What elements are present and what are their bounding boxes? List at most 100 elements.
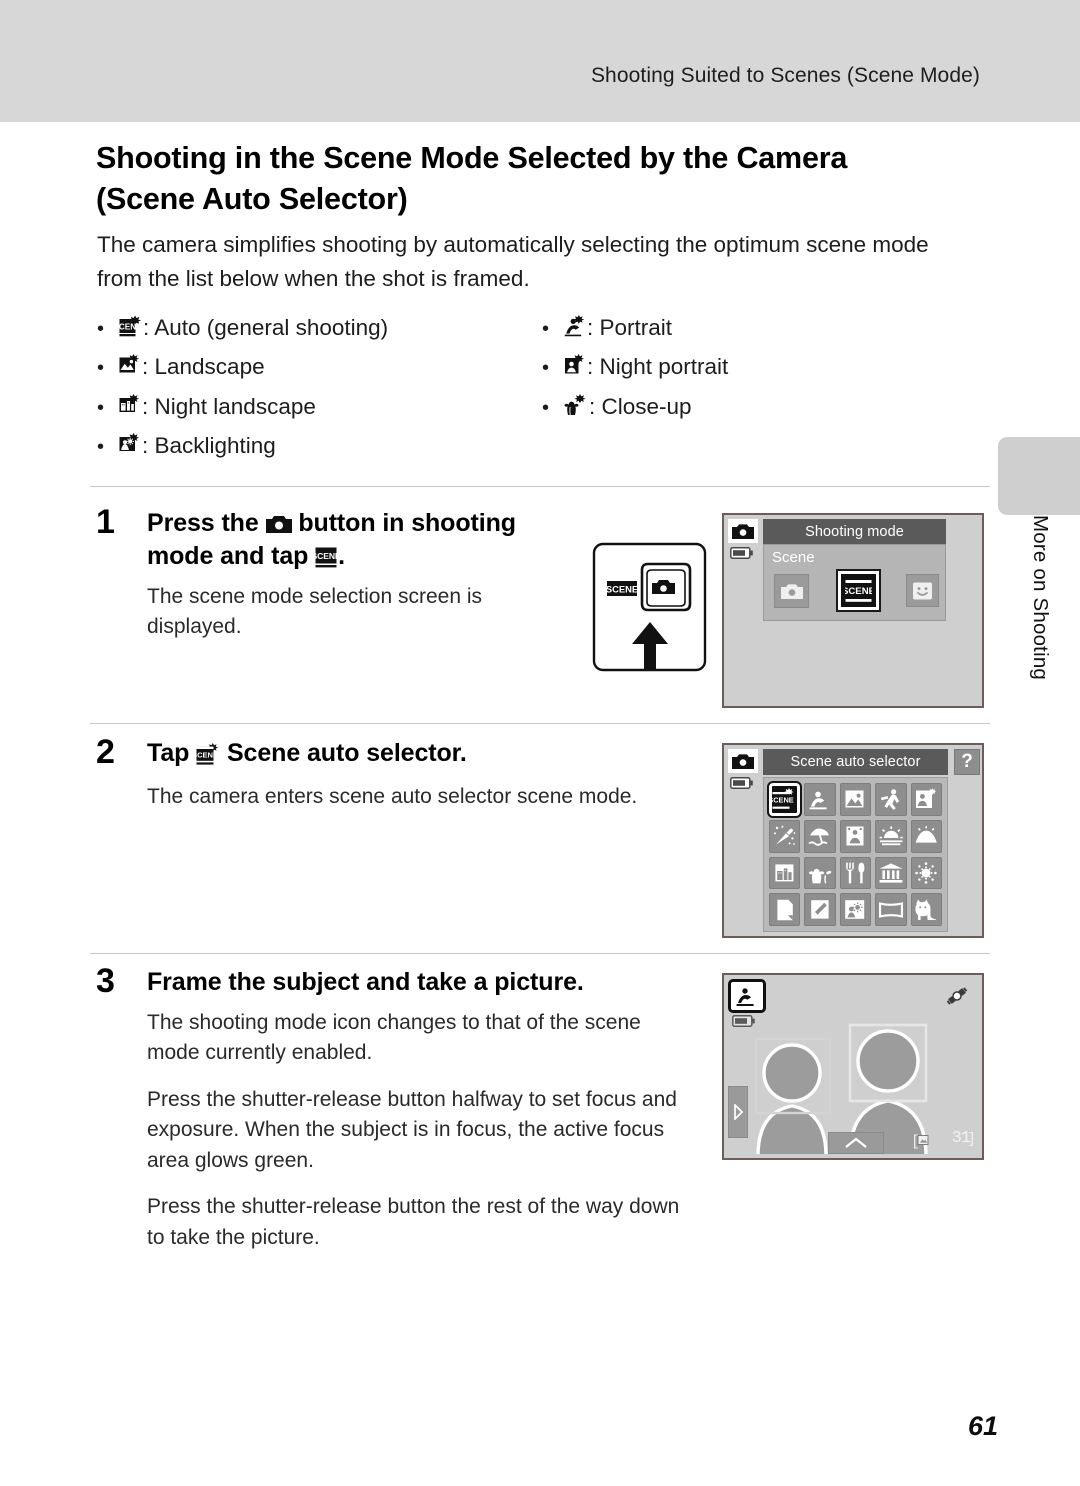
list-item: • : Night portrait (542, 349, 972, 385)
svg-text:SCENE: SCENE (845, 585, 872, 596)
grid-item-museum[interactable] (875, 856, 907, 890)
list-item-label: : Auto (general shooting) (143, 315, 389, 340)
step-1-heading-text-c: . (338, 542, 346, 571)
step-3-body-paragraph-2: Press the shutter-release button halfway… (147, 1087, 677, 1172)
landscape-icon (119, 354, 141, 376)
svg-text:SCENE: SCENE (315, 551, 338, 561)
step-3-body-paragraph-1: The shooting mode icon changes to that o… (147, 1011, 641, 1065)
step-number-1: 1 (96, 503, 115, 541)
mode-badge-portrait (728, 979, 766, 1013)
step-3-body: The shooting mode icon changes to that o… (147, 1008, 695, 1253)
step-2-heading-text-b: Scene auto selector. (220, 739, 467, 767)
bullet-dot: • (97, 318, 105, 340)
battery-icon (730, 777, 754, 790)
grid-item-draw[interactable] (804, 893, 836, 926)
step-3-body-paragraph-3: Press the shutter-release button the res… (147, 1195, 680, 1249)
list-item: • SCENE : Auto (general shooting) (97, 310, 567, 346)
step-number-3: 3 (96, 962, 115, 1000)
bullet-dot: • (97, 396, 105, 419)
scene-auto-selector-icon: SCENE (196, 743, 220, 765)
divider (90, 486, 990, 487)
screen1-titlebar: Shooting mode (763, 519, 946, 544)
close-up-icon (564, 393, 588, 416)
step-2-heading: Tap SCENE Scene auto selector. (147, 737, 597, 770)
section-thumb-label: More on Shooting (1029, 515, 1052, 681)
list-item: • : Close-up (542, 389, 972, 425)
scene-auto-selector-icon: SCENE (119, 315, 142, 337)
grid-item-beach[interactable] (804, 819, 836, 853)
page-title: Shooting in the Scene Mode Selected by t… (96, 141, 848, 217)
section-thumb-tab (998, 437, 1080, 515)
scene-list-right-column: • : Portrait •: Night portrait •: Clos… (542, 310, 972, 428)
step-2-heading-text-a: Tap (147, 739, 197, 767)
night-portrait-icon (564, 354, 586, 376)
step-1-body: The scene mode selection screen is displ… (147, 582, 547, 643)
grid-item-party-indoor[interactable] (769, 819, 801, 853)
step-1-body-paragraph: The scene mode selection screen is displ… (147, 585, 483, 639)
scene-icon: SCENE (315, 547, 338, 568)
mode-button-auto[interactable] (774, 574, 809, 608)
memory-card-icon: [ (910, 1131, 936, 1149)
step-number-2: 2 (96, 733, 115, 771)
bullet-dot: • (542, 357, 550, 380)
battery-icon (730, 547, 754, 560)
step-1-heading: Press the button in shooting mode and ta… (147, 507, 547, 574)
camera-icon (728, 749, 758, 773)
list-item-label: : Night landscape (142, 393, 316, 419)
grid-item-snow[interactable] (839, 819, 872, 853)
bullet-dot: • (542, 318, 550, 340)
camera-mode-button-icon (265, 514, 292, 534)
screen2-titlebar: Scene auto selector (763, 749, 948, 775)
step-3-heading: Frame the subject and take a picture. (147, 968, 584, 996)
header-band (0, 0, 1080, 122)
mode-button-smart-portrait[interactable] (906, 574, 939, 607)
grid-item-panorama[interactable] (875, 893, 907, 926)
svg-text:SCENE: SCENE (119, 323, 142, 332)
scene-label-box: SCENE (606, 581, 638, 596)
grid-item-sunset[interactable] (875, 819, 907, 853)
screen-scene-auto-selector: Scene auto selector ? SCENE (722, 743, 984, 938)
screen-live-view: [ 31 ] (722, 973, 984, 1160)
list-item: • : Backlighting (97, 428, 567, 464)
grid-item-landscape[interactable] (839, 783, 872, 816)
left-menu-tab[interactable] (728, 1086, 748, 1138)
grid-item-food[interactable] (839, 856, 872, 890)
divider (90, 953, 990, 954)
grid-item-backlighting[interactable] (839, 893, 872, 926)
grid-item-sports[interactable] (875, 783, 907, 816)
camera-icon (728, 519, 758, 543)
grid-item-close-up[interactable] (804, 856, 836, 890)
grid-item-copy[interactable] (769, 893, 801, 926)
portrait-icon (564, 315, 586, 337)
grid-item-fireworks[interactable] (910, 856, 942, 890)
list-item: • : Night landscape (97, 389, 567, 425)
list-item: • : Landscape (97, 349, 567, 385)
person-silhouette (756, 1043, 828, 1154)
divider (90, 723, 990, 724)
grid-item-night-portrait[interactable] (910, 783, 942, 816)
grid-item-night-landscape[interactable] (769, 856, 801, 890)
grid-item-portrait[interactable] (804, 783, 836, 816)
battery-icon (732, 1015, 756, 1028)
grid-item-dusk-dawn[interactable] (910, 819, 942, 853)
camera-shake-icon (944, 985, 970, 1007)
step-2-body: The camera enters scene auto selector sc… (147, 782, 667, 812)
grid-item-pet-portrait[interactable] (910, 893, 942, 926)
step-1-heading-text-a: Press the (147, 509, 266, 537)
bottom-menu-tab[interactable] (828, 1132, 884, 1154)
svg-text:SCENE: SCENE (196, 751, 218, 760)
scene-list-left-column: • SCENE : Auto (general shooting) • (97, 310, 567, 468)
screen1-sublabel: Scene (772, 549, 815, 566)
camera-button-diagram: SCENE (592, 542, 707, 672)
help-button[interactable]: ? (954, 749, 980, 775)
night-landscape-icon (119, 393, 141, 416)
svg-text:SCENE: SCENE (606, 584, 638, 595)
grid-item-scene-auto-selector[interactable]: SCENE (766, 781, 803, 818)
bullet-dot: • (97, 357, 105, 380)
backlighting-icon (119, 433, 141, 455)
svg-text:SCENE: SCENE (772, 796, 794, 805)
scene-mode-grid: SCENE (763, 777, 948, 932)
intro-paragraph: The camera simplifies shooting by automa… (97, 232, 929, 292)
mode-button-scene[interactable]: SCENE (836, 569, 881, 612)
shots-bracket-close: ] (966, 1131, 976, 1148)
